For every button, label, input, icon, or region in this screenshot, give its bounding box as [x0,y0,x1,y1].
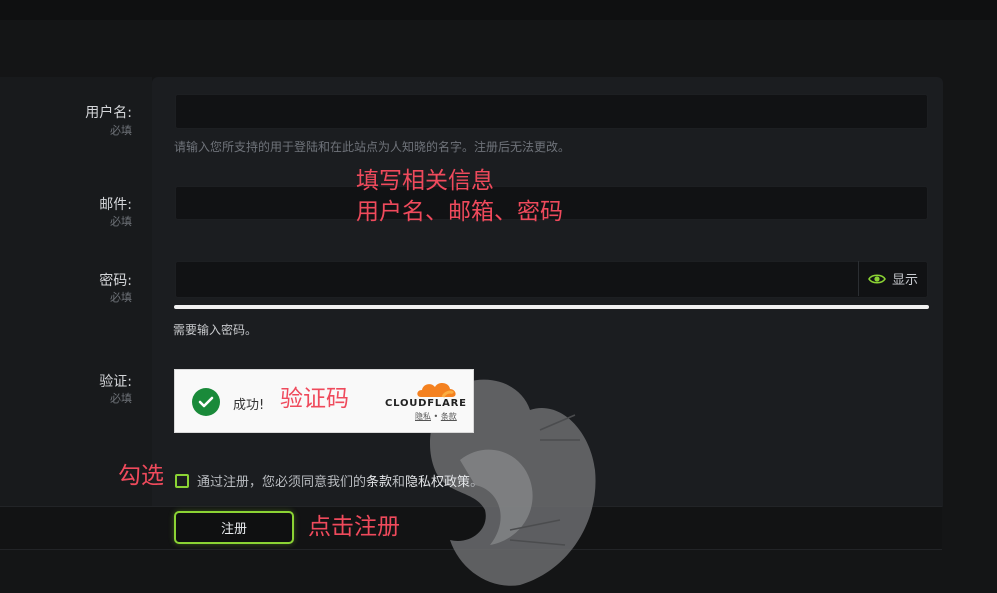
agree-checkbox[interactable] [175,474,189,488]
captcha-label: 验证: [99,374,132,390]
password-required: 必填 [110,291,132,304]
terms-link[interactable]: 条款 [366,475,392,490]
captcha-status: 成功! [233,398,265,413]
captcha-privacy-link[interactable]: 隐私 [415,412,431,421]
annotation-fill-info: 填写相关信息 用户名、邮箱、密码 [356,166,563,228]
captcha-link-separator: • [433,412,439,421]
annotation-click-register: 点击注册 [308,514,400,540]
password-label: 密码: [99,273,132,289]
show-password-label: 显示 [891,273,918,288]
agreement-prefix: 通过注册，您必须同意我们的 [197,475,367,490]
eye-icon [868,273,886,284]
show-password-button[interactable]: 显示 [858,261,927,296]
annotation-check: 勾选 [118,463,164,489]
annotation-fill-line2: 用户名、邮箱、密码 [356,199,563,225]
password-strength-message: 需要输入密码。 [173,323,258,337]
annotation-captcha: 验证码 [280,386,349,412]
header-band [0,20,997,77]
annotation-fill-line1: 填写相关信息 [356,168,494,194]
privacy-policy-link[interactable]: 隐私权政策 [405,475,470,490]
password-input[interactable] [175,261,928,298]
username-hint: 请输入您所支持的用于登陆和在此站点为人知晓的名字。注册后无法更改。 [174,140,571,154]
top-bar [0,0,997,21]
agreement-and: 和 [392,475,406,490]
cloudflare-cloud-icon [417,383,456,398]
captcha-terms-link[interactable]: 条款 [441,412,457,421]
agreement-text: 通过注册，您必须同意我们的条款和隐私权政策。 [197,471,483,490]
password-strength-bar [174,305,929,309]
cloudflare-brand: CLOUDFLARE [385,398,467,409]
username-label: 用户名: [85,105,132,121]
email-label: 邮件: [99,197,132,213]
email-required: 必填 [110,215,132,228]
success-check-icon [192,388,220,416]
captcha-links: 隐私 • 条款 [415,411,457,422]
captcha-required: 必填 [110,392,132,405]
username-required: 必填 [110,124,132,137]
register-button[interactable]: 注册 [174,511,294,544]
agreement-suffix: 。 [470,475,484,490]
username-input[interactable] [175,94,928,129]
